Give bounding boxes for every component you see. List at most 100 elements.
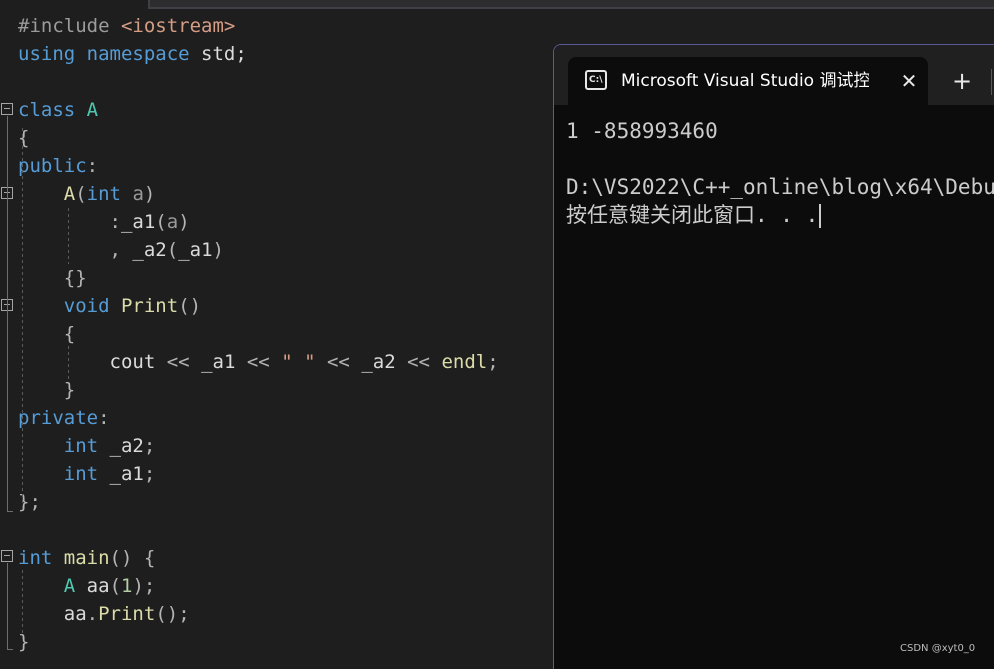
indent-guide (22, 570, 23, 640)
code-token: _a1 (109, 463, 144, 485)
code-token: {} (63, 267, 87, 289)
code-line[interactable]: } (18, 628, 29, 656)
code-token: a (132, 183, 144, 205)
code-token: cout (18, 351, 167, 373)
code-token: : (98, 407, 110, 429)
code-token: void (63, 295, 110, 317)
indent-guide (68, 346, 69, 380)
code-line[interactable]: { (18, 124, 29, 152)
code-line[interactable]: A aa(1); (18, 572, 156, 600)
code-token: namespace (86, 43, 190, 65)
code-line[interactable]: void Print() (18, 292, 201, 320)
console-output-line: D:\VS2022\C++_online\blog\x64\Debug\ (566, 175, 994, 199)
code-line[interactable]: int _a2; (18, 432, 156, 460)
code-token: ( (75, 183, 87, 205)
code-token: std; (189, 43, 247, 65)
code-line[interactable]: private: (18, 404, 110, 432)
code-line[interactable]: { (18, 320, 75, 348)
code-line[interactable]: class A (18, 96, 98, 124)
code-token: ; (143, 463, 156, 485)
outline-guide (7, 563, 8, 649)
code-token: ) (178, 211, 190, 233)
code-token: A (63, 575, 76, 597)
code-token: 1 (121, 575, 133, 597)
code-token: : (86, 155, 99, 177)
code-token: endl (441, 351, 488, 373)
code-token: _a2 (132, 239, 167, 261)
code-token: aa (86, 575, 110, 597)
code-token: ); (132, 575, 156, 597)
code-line[interactable]: int _a1; (18, 460, 156, 488)
tab-separator (991, 69, 992, 95)
console-output-line: 1 -858993460 (566, 119, 718, 143)
code-token: () (109, 547, 133, 569)
code-token: } (63, 379, 76, 401)
outline-guide-end (7, 511, 13, 512)
code-token: (); (155, 603, 190, 625)
code-token: ( (166, 239, 179, 261)
code-line[interactable]: :_a1(a) (18, 208, 190, 236)
code-token: A (86, 99, 99, 121)
code-line[interactable]: aa.Print(); (18, 600, 190, 628)
code-token: aa (63, 603, 87, 625)
code-token: int (63, 435, 99, 457)
code-token: A (63, 183, 76, 205)
code-line[interactable]: #include <iostream> (18, 12, 235, 40)
console-output-line: 按任意键关闭此窗口. . . (566, 201, 822, 229)
code-line[interactable]: {} (18, 264, 87, 292)
code-token: _a1 (201, 351, 236, 373)
code-token: { (18, 127, 30, 149)
code-token: _a2 (109, 435, 144, 457)
code-line[interactable]: int main() { (18, 544, 155, 572)
code-token: _a2 (361, 351, 396, 373)
debug-console-window[interactable]: C:\ Microsoft Visual Studio 调试控制台 ✕ + 1 … (553, 44, 994, 669)
code-token: _a1 (120, 211, 156, 233)
code-token: Print (120, 295, 179, 317)
code-token: ) (143, 183, 156, 205)
code-token: ( (155, 211, 167, 233)
code-token: << (166, 351, 190, 373)
code-token: private (18, 407, 99, 429)
fold-toggle-class-icon[interactable] (1, 103, 13, 115)
fold-toggle-main-icon[interactable] (1, 550, 13, 562)
code-token: #include (18, 15, 121, 37)
indent-guide (68, 208, 69, 264)
code-line[interactable]: cout << _a1 << " " << _a2 << endl; (18, 348, 499, 376)
code-line[interactable]: public: (18, 152, 98, 180)
console-tab[interactable]: C:\ Microsoft Visual Studio 调试控制台 ✕ (568, 57, 928, 105)
code-token: main (63, 547, 110, 569)
code-token: a (166, 211, 179, 233)
close-tab-icon[interactable]: ✕ (895, 67, 923, 95)
code-token: : (109, 211, 121, 233)
code-token: , (109, 239, 133, 261)
code-token: . (86, 603, 99, 625)
code-line[interactable]: A(int a) (18, 180, 156, 208)
new-tab-icon[interactable]: + (946, 65, 978, 97)
console-titlebar: C:\ Microsoft Visual Studio 调试控制台 ✕ + (554, 45, 994, 105)
code-line[interactable]: using namespace std; (18, 40, 247, 68)
console-tab-title: Microsoft Visual Studio 调试控制台 (621, 71, 869, 91)
text-cursor (819, 204, 822, 228)
code-token: int (63, 463, 99, 485)
code-token: <iostream> (120, 15, 236, 37)
code-line[interactable]: } (18, 376, 75, 404)
code-line[interactable]: , _a2(_a1) (18, 236, 224, 264)
